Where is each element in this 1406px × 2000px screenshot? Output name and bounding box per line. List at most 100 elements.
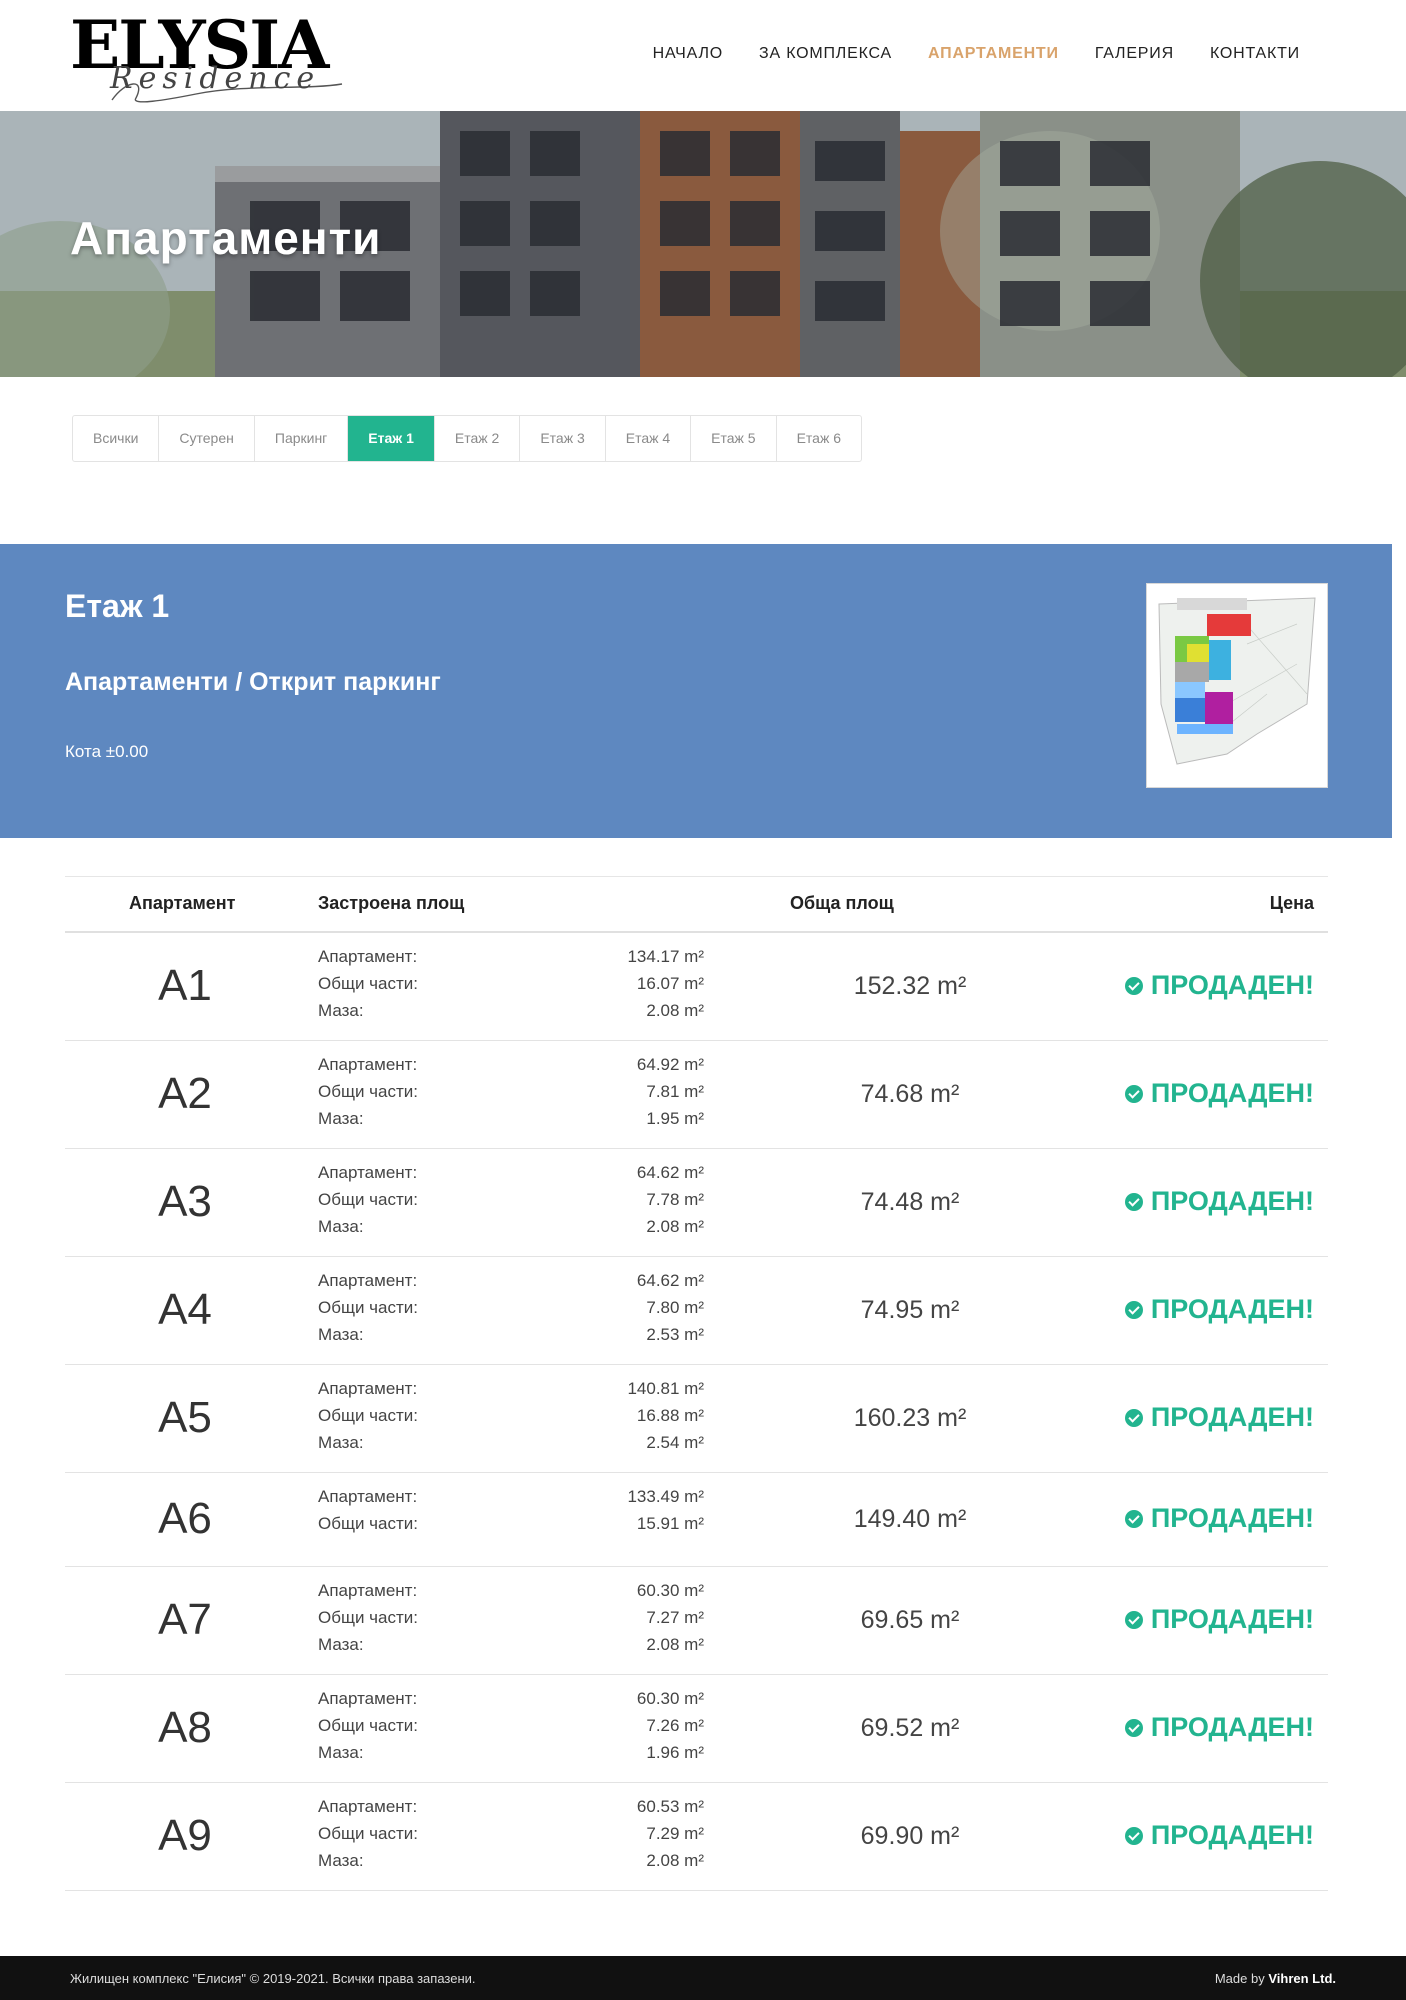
check-circle-icon bbox=[1124, 1509, 1143, 1528]
sold-status: ПРОДАДЕН! bbox=[1124, 1503, 1314, 1534]
table-row: A5 Апартамент: 140.81 m² Общи части: 16.88 m… bbox=[65, 1365, 1328, 1473]
table-row: A7 Апартамент: 60.30 m² Общи части: 7.27 m² М… bbox=[65, 1567, 1328, 1675]
area-line: Общи части: 16.07 m² bbox=[318, 974, 704, 1001]
apartment-id: A1 bbox=[158, 961, 212, 1010]
nav-item-4[interactable]: КОНТАКТИ bbox=[1192, 42, 1318, 66]
area-label: Общи части: bbox=[318, 1298, 418, 1317]
floor-info-panel: Етаж 1 Апартаменти / Открит паркинг Кота… bbox=[0, 544, 1392, 838]
built-area-breakdown: Апартамент: 64.62 m² Общи части: 7.80 m² Маз… bbox=[318, 1271, 704, 1352]
area-value: 1.96 m² bbox=[646, 1743, 704, 1762]
site-logo[interactable]: ELYSIA Residence bbox=[70, 10, 345, 103]
tab-5[interactable]: Етаж 3 bbox=[520, 416, 606, 461]
built-area-breakdown: Апартамент: 64.92 m² Общи части: 7.81 m² Маз… bbox=[318, 1055, 704, 1136]
table-body: A1 Апартамент: 134.17 m² Общи части: 16.07 m… bbox=[65, 933, 1328, 1891]
area-line: Общи части: 7.81 m² bbox=[318, 1082, 704, 1109]
area-line: Маза: 2.08 m² bbox=[318, 1217, 704, 1244]
nav-item-1[interactable]: ЗА КОМПЛЕКСА bbox=[741, 42, 910, 66]
tab-2[interactable]: Паркинг bbox=[255, 416, 349, 461]
sold-status-label: ПРОДАДЕН! bbox=[1150, 1078, 1314, 1108]
area-label: Общи части: bbox=[318, 1514, 418, 1533]
tab-7[interactable]: Етаж 5 bbox=[691, 416, 777, 461]
table-row: A2 Апартамент: 64.92 m² Общи части: 7.81 m² М… bbox=[65, 1041, 1328, 1149]
area-label: Апартамент: bbox=[318, 1581, 418, 1600]
sold-status-label: ПРОДАДЕН! bbox=[1150, 1402, 1314, 1432]
total-area: 74.95 m² bbox=[860, 1296, 960, 1324]
sold-status: ПРОДАДЕН! bbox=[1124, 1078, 1314, 1109]
tab-4[interactable]: Етаж 2 bbox=[435, 416, 521, 461]
tab-3[interactable]: Етаж 1 bbox=[348, 416, 435, 461]
tab-0[interactable]: Всички bbox=[73, 416, 160, 461]
floor-subtitle: Апартаменти / Открит паркинг bbox=[65, 668, 441, 696]
sold-status: ПРОДАДЕН! bbox=[1124, 1186, 1314, 1217]
area-value: 2.08 m² bbox=[646, 1851, 704, 1870]
check-circle-icon bbox=[1124, 1300, 1143, 1319]
apartment-id: A6 bbox=[158, 1494, 212, 1543]
sold-status: ПРОДАДЕН! bbox=[1124, 1402, 1314, 1433]
area-value: 7.78 m² bbox=[646, 1190, 704, 1209]
footer-copyright: Жилищен комплекс "Елисия" © 2019-2021. В… bbox=[70, 1971, 476, 1986]
area-line: Апартамент: 64.62 m² bbox=[318, 1271, 704, 1298]
area-value: 15.91 m² bbox=[636, 1514, 704, 1533]
area-value: 16.88 m² bbox=[636, 1406, 704, 1425]
apartment-id: A9 bbox=[158, 1811, 212, 1860]
area-value: 2.08 m² bbox=[646, 1217, 704, 1236]
total-area: 149.40 m² bbox=[853, 1505, 967, 1533]
area-value: 2.08 m² bbox=[646, 1635, 704, 1654]
area-value: 16.07 m² bbox=[636, 974, 704, 993]
built-area-breakdown: Апартамент: 64.62 m² Общи части: 7.78 m² Маз… bbox=[318, 1163, 704, 1244]
tab-6[interactable]: Етаж 4 bbox=[606, 416, 692, 461]
area-label: Маза: bbox=[318, 1635, 364, 1654]
area-line: Общи части: 16.88 m² bbox=[318, 1406, 704, 1433]
apartment-id: A2 bbox=[158, 1069, 212, 1118]
area-line: Маза: 2.08 m² bbox=[318, 1635, 704, 1662]
area-line: Маза: 2.08 m² bbox=[318, 1001, 704, 1028]
area-label: Общи части: bbox=[318, 1716, 418, 1735]
area-line: Апартамент: 60.53 m² bbox=[318, 1797, 704, 1824]
built-area-breakdown: Апартамент: 140.81 m² Общи части: 16.88 m² М… bbox=[318, 1379, 704, 1460]
area-label: Маза: bbox=[318, 1325, 364, 1344]
area-value: 60.30 m² bbox=[636, 1689, 704, 1708]
floor-plan-image bbox=[1147, 584, 1327, 787]
sold-status: ПРОДАДЕН! bbox=[1124, 1294, 1314, 1325]
sold-status: ПРОДАДЕН! bbox=[1124, 1820, 1314, 1851]
area-label: Маза: bbox=[318, 1851, 364, 1870]
area-value: 7.81 m² bbox=[646, 1082, 704, 1101]
floor-title: Етаж 1 bbox=[65, 588, 170, 624]
table-row: A3 Апартамент: 64.62 m² Общи части: 7.78 m² М… bbox=[65, 1149, 1328, 1257]
area-line: Апартамент: 140.81 m² bbox=[318, 1379, 704, 1406]
footer-credit: Made by Vihren Ltd. bbox=[1215, 1971, 1336, 1986]
nav-item-0[interactable]: НАЧАЛО bbox=[635, 42, 741, 66]
area-label: Маза: bbox=[318, 1109, 364, 1128]
floor-plan-thumbnail[interactable] bbox=[1146, 583, 1328, 788]
area-label: Общи части: bbox=[318, 1608, 418, 1627]
area-line: Апартамент: 64.92 m² bbox=[318, 1055, 704, 1082]
total-area: 69.90 m² bbox=[860, 1822, 960, 1850]
area-label: Апартамент: bbox=[318, 1689, 418, 1708]
nav-item-3[interactable]: ГАЛЕРИЯ bbox=[1077, 42, 1192, 66]
built-area-breakdown: Апартамент: 60.53 m² Общи части: 7.29 m² Маз… bbox=[318, 1797, 704, 1878]
sold-status: ПРОДАДЕН! bbox=[1124, 970, 1314, 1001]
tab-8[interactable]: Етаж 6 bbox=[777, 416, 861, 461]
area-label: Апартамент: bbox=[318, 947, 418, 966]
area-label: Апартамент: bbox=[318, 1379, 418, 1398]
nav-item-2[interactable]: АПАРТАМЕНТИ bbox=[910, 42, 1077, 66]
total-area: 74.48 m² bbox=[860, 1188, 960, 1216]
site-header: ELYSIA Residence НАЧАЛО ЗА КОМПЛЕКСА АПАРТ… bbox=[0, 0, 1406, 111]
apartments-table: Апартамент Застроена площ Обща площ Цена… bbox=[65, 876, 1328, 1891]
footer-credit-prefix: Made by bbox=[1214, 1971, 1265, 1986]
total-area: 69.65 m² bbox=[860, 1606, 960, 1634]
table-header: Апартамент Застроена площ Обща площ Цена bbox=[65, 876, 1328, 933]
area-value: 2.08 m² bbox=[646, 1001, 704, 1020]
site-footer: Жилищен комплекс "Елисия" © 2019-2021. В… bbox=[0, 1956, 1406, 2000]
check-circle-icon bbox=[1124, 976, 1143, 995]
area-value: 7.80 m² bbox=[646, 1298, 704, 1317]
footer-credit-link[interactable]: Vihren Ltd. bbox=[1268, 1971, 1336, 1986]
check-circle-icon bbox=[1124, 1408, 1143, 1427]
tab-1[interactable]: Сутерен bbox=[159, 416, 255, 461]
area-label: Апартамент: bbox=[318, 1055, 418, 1074]
area-label: Общи части: bbox=[318, 1406, 418, 1425]
total-area: 160.23 m² bbox=[853, 1404, 967, 1432]
area-value: 133.49 m² bbox=[627, 1487, 704, 1506]
apartment-id: A5 bbox=[158, 1393, 212, 1442]
area-line: Общи части: 7.78 m² bbox=[318, 1190, 704, 1217]
